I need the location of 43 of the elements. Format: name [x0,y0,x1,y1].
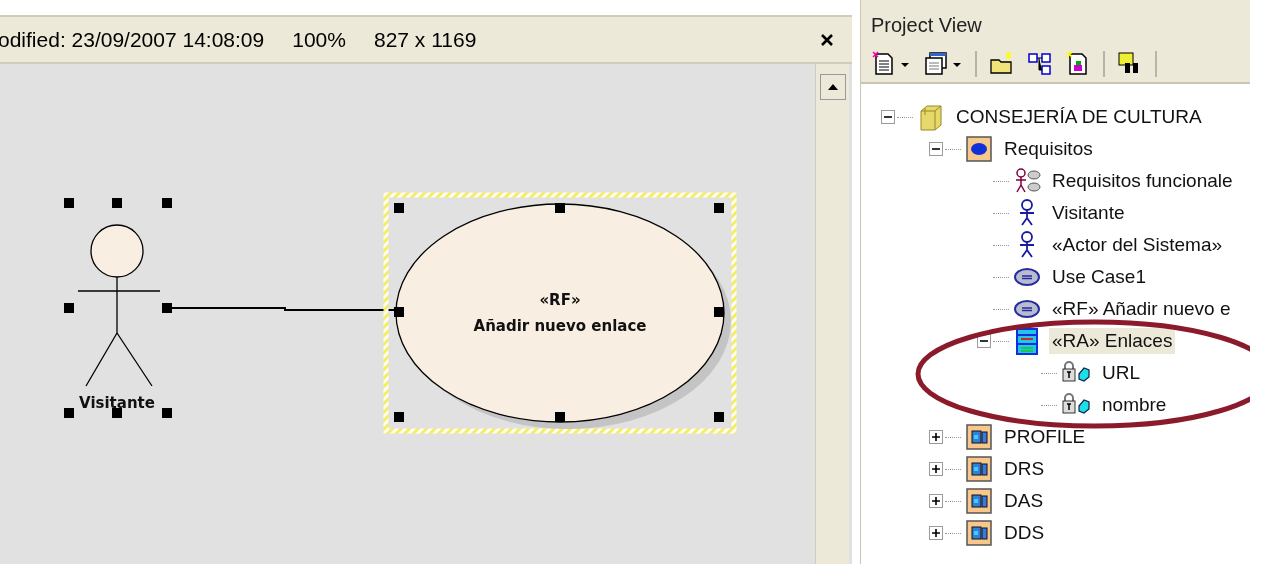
tree-item[interactable]: Requisitos funcionale [1049,168,1236,194]
diagram-icon [1013,167,1041,195]
expand-icon[interactable] [929,430,943,444]
model-package-icon [965,455,993,483]
dropdown-tool-button[interactable] [871,51,911,77]
model-package-icon [965,487,993,515]
status-text: 100% [292,27,346,52]
hierarchy-icon[interactable] [1027,51,1053,77]
tree-item[interactable]: DDS [1001,520,1048,546]
actor-figure[interactable] [77,224,161,387]
tree-item[interactable]: URL [1099,360,1143,386]
tree-item[interactable]: Use Case1 [1049,264,1149,290]
folder-icon[interactable] [989,51,1015,77]
tree-item[interactable]: «Actor del Sistema» [1049,232,1226,258]
panel-title: Project View [870,14,982,38]
tree-item[interactable]: «RA» Enlaces [1049,328,1176,354]
class-icon [1013,327,1041,355]
tree-item[interactable]: DRS [1001,456,1048,482]
model-package-icon [965,423,993,451]
dropdown-tool-button[interactable] [923,51,963,77]
expand-icon[interactable] [929,462,943,476]
close-icon[interactable] [820,32,834,47]
stereotype-label: «RF» [539,291,581,309]
selection-handles[interactable] [64,198,172,418]
collapse-icon[interactable] [881,110,895,124]
package-icon [917,103,945,131]
collapse-icon[interactable] [929,142,943,156]
package-icon [965,135,993,163]
tree-item[interactable]: DAS [1001,488,1047,514]
tree-item[interactable]: Requisitos [1001,136,1096,162]
scroll-up-button[interactable] [820,74,846,100]
tree-item[interactable]: nombre [1099,392,1170,418]
expand-icon[interactable] [929,526,943,540]
tree-item[interactable]: «RF» Añadir nuevo e [1049,296,1234,322]
tree-item[interactable]: Visitante [1049,200,1128,226]
status-text: 827 x 1169 [373,27,477,52]
expand-icon[interactable] [929,494,943,508]
use-case-name: Añadir nuevo enlace [473,317,647,335]
tree-item[interactable]: CONSEJERÍA DE CULTURA [953,104,1205,130]
tree-item[interactable]: PROFILE [1001,424,1089,450]
model-package-icon [965,519,993,547]
actor-name: Visitante [79,394,155,412]
scrollbar[interactable] [815,64,849,564]
